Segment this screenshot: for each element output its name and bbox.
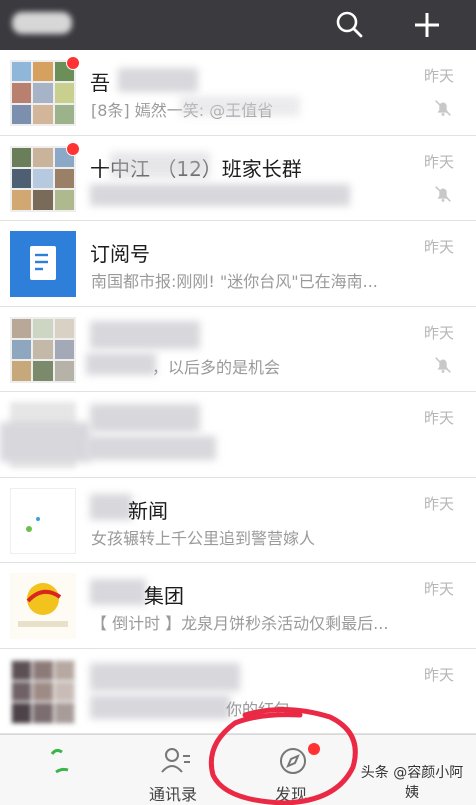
chat-preview: 【 倒计时 】龙泉月饼秒杀活动仅剩最后...	[91, 614, 389, 633]
chat-row[interactable]: 新闻 女孩辗转上千公里追到警营嫁人 昨天	[0, 477, 476, 563]
blur-mask	[86, 352, 156, 375]
blur-mask	[110, 151, 210, 178]
blur-mask	[90, 662, 240, 691]
top-bar	[0, 0, 476, 50]
watermark-area: 头条 @容颜小阿姨	[360, 735, 470, 805]
mute-bell-icon	[435, 356, 451, 373]
chat-preview: ，以后多的是机会	[152, 357, 281, 377]
chat-time: 昨天	[423, 665, 454, 684]
news-logo-icon	[26, 516, 40, 532]
tab-bar: 通讯录 发现 头条 @容颜小阿姨	[0, 734, 476, 805]
avatar	[10, 487, 76, 554]
chat-row[interactable]: 订阅号 南国都市报:刚刚! "迷你台风"已在海南... 昨天	[0, 221, 476, 307]
subscription-avatar	[10, 231, 76, 297]
chat-time: 昨天	[423, 238, 454, 256]
wechat-app: 吾 [8条] 嫣然一笑: @王值省 昨天 十中江 （12）班家长群 昨天	[0, 0, 476, 805]
chat-time: 昨天	[423, 152, 454, 171]
chat-preview: 南国都市报:刚刚! "迷你台风"已在海南...	[91, 272, 378, 291]
chat-name: 新闻	[128, 498, 168, 523]
chat-row[interactable]: 十中江 （12）班家长群 昨天	[0, 135, 476, 221]
chat-preview: 女孩辗转上千公里追到警营嫁人	[91, 528, 316, 548]
watermark-text: 头条 @容颜小阿姨	[360, 765, 464, 801]
blurred-title	[12, 12, 72, 34]
chat-time: 昨天	[423, 494, 454, 513]
search-icon[interactable]	[330, 5, 370, 45]
blur-mask	[90, 694, 230, 719]
contacts-icon	[161, 748, 190, 773]
compass-icon	[280, 748, 306, 774]
plus-icon[interactable]	[407, 5, 447, 45]
unread-dot	[66, 141, 80, 156]
group-avatar	[10, 316, 76, 383]
blur-mask	[90, 183, 350, 206]
chat-time: 昨天	[423, 409, 454, 427]
blur-mask	[86, 436, 216, 460]
chat-list: 吾 [8条] 嫣然一笑: @王值省 昨天 十中江 （12）班家长群 昨天	[0, 50, 476, 734]
chat-time: 昨天	[423, 580, 454, 598]
blur-mask	[90, 579, 146, 605]
tab-discover-label: 发现	[274, 785, 307, 804]
tab-discover[interactable]: 发现	[236, 735, 346, 805]
chat-row[interactable]: 吾 [8条] 嫣然一笑: @王值省 昨天	[0, 50, 476, 136]
blur-mask	[0, 422, 90, 462]
group-avatar	[10, 60, 76, 126]
avatar	[10, 658, 76, 725]
blur-mask	[90, 493, 132, 520]
chat-row[interactable]: 昨天	[0, 392, 476, 478]
chat-name: 吾	[90, 71, 110, 95]
avatar	[10, 573, 76, 639]
chats-icon	[50, 748, 69, 774]
chat-row[interactable]: 集团 【 倒计时 】龙泉月饼秒杀活动仅剩最后... 昨天	[0, 563, 476, 649]
chat-preview: 你的红包	[226, 699, 291, 719]
document-icon	[30, 246, 56, 280]
blur-mask	[180, 96, 300, 116]
longquan-logo-icon	[18, 583, 68, 627]
tab-contacts-label: 通讯录	[148, 785, 197, 804]
mute-bell-icon	[435, 185, 451, 202]
blur-mask	[90, 404, 200, 432]
tab-chats[interactable]	[6, 735, 116, 805]
blur-mask	[118, 68, 198, 92]
chat-row[interactable]: 你的红包 昨天	[0, 648, 476, 734]
blur-mask	[90, 320, 200, 349]
discover-unread-dot	[308, 743, 320, 755]
chat-name: 订阅号	[90, 242, 150, 266]
chat-name: 集团	[144, 584, 184, 608]
chat-time: 昨天	[423, 323, 454, 342]
tab-contacts[interactable]: 通讯录	[118, 735, 228, 805]
chat-row[interactable]: ，以后多的是机会 昨天	[0, 306, 476, 392]
group-avatar	[10, 145, 76, 212]
unread-dot	[66, 56, 80, 70]
chat-time: 昨天	[423, 67, 454, 85]
mute-bell-icon	[435, 100, 451, 116]
